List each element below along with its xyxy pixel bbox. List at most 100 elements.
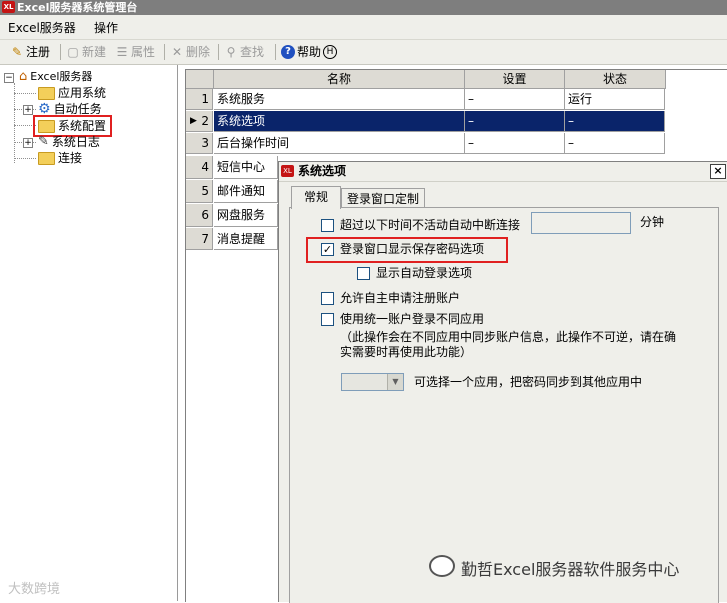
table-row[interactable]: 3 后台操作时间 – –: [186, 133, 666, 154]
delete-button[interactable]: ✕ 删除: [170, 43, 210, 61]
column-header-status[interactable]: 状态: [565, 70, 666, 89]
home-icon: ⌂: [19, 69, 28, 84]
register-icon: ✎: [11, 45, 23, 59]
search-icon: ⚲: [226, 45, 236, 59]
timeout-minutes-input[interactable]: [531, 212, 631, 234]
new-button[interactable]: ▢ 新建: [66, 43, 106, 61]
sync-app-select[interactable]: ▼: [341, 373, 404, 391]
wechat-icon: [429, 555, 455, 577]
tree-root[interactable]: ⌂ Excel服务器: [19, 69, 92, 85]
toolbar-separator: [60, 44, 61, 60]
cell-name[interactable]: 短信中心: [214, 156, 278, 179]
tree-item-system-log[interactable]: ✎ 系统日志: [38, 134, 100, 150]
self-register-label: 允许自主申请注册账户: [340, 291, 461, 305]
cell-status[interactable]: –: [565, 111, 665, 132]
tree-line: [14, 83, 15, 163]
table-row[interactable]: 7 消息提醒: [186, 228, 286, 250]
row-pointer: ▶ 2: [186, 111, 213, 132]
cell-setting[interactable]: –: [465, 111, 565, 132]
column-header-name[interactable]: 名称: [214, 70, 465, 89]
table-row[interactable]: 5 邮件通知: [186, 180, 286, 203]
row-number: 4: [186, 156, 213, 179]
self-register-option[interactable]: 允许自主申请注册账户: [321, 290, 460, 306]
tab-login-window[interactable]: 登录窗口定制: [341, 188, 425, 209]
general-tab-panel: 超过以下时间不活动自动中断连接 分钟 ✓ 登录窗口显示保存密码选项 显示自动登录…: [289, 207, 719, 603]
cell-setting[interactable]: –: [465, 89, 565, 110]
sync-password-label: 可选择一个应用，把密码同步到其他应用中: [414, 375, 643, 389]
tree-line: [14, 93, 36, 94]
title-bar: XL Excel服务器系统管理台: [0, 0, 727, 15]
expand-toggle[interactable]: +: [23, 138, 33, 148]
excel-server-icon: XL: [281, 165, 294, 177]
unified-account-label: 使用统一账户登录不同应用: [340, 312, 485, 326]
show-save-password-checkbox[interactable]: ✓: [321, 242, 334, 256]
unified-account-note-line1: （此操作会在不同应用中同步账户信息，此操作不可逆，请在确: [340, 330, 677, 344]
tab-general[interactable]: 常规: [291, 186, 341, 209]
row-number: 5: [186, 180, 213, 203]
menu-bar: Excel服务器 操作: [0, 15, 727, 40]
cell-status[interactable]: 运行: [565, 89, 665, 110]
folder-icon: [38, 151, 55, 165]
expand-toggle[interactable]: +: [23, 105, 33, 115]
cell-setting[interactable]: –: [465, 133, 565, 154]
excel-server-icon: XL: [2, 1, 15, 13]
watermark-corner-text: 大数跨境: [8, 582, 61, 597]
log-icon: ✎: [38, 134, 49, 149]
row-number: 7: [186, 228, 213, 250]
cell-name[interactable]: 后台操作时间: [214, 133, 465, 154]
show-auto-login-option[interactable]: 显示自动登录选项: [357, 265, 472, 281]
toolbar-separator: [164, 44, 165, 60]
show-save-password-option[interactable]: ✓ 登录窗口显示保存密码选项: [321, 241, 484, 257]
unified-account-checkbox[interactable]: [321, 312, 334, 326]
tree-item-connections[interactable]: 连接: [38, 150, 82, 166]
cell-name[interactable]: 消息提醒: [214, 228, 278, 250]
delete-icon: ✕: [171, 45, 183, 59]
column-header-setting[interactable]: 设置: [465, 70, 565, 89]
help-icon: ?: [281, 45, 295, 59]
folder-icon: [38, 119, 55, 133]
table-row[interactable]: 6 网盘服务: [186, 204, 286, 227]
self-register-checkbox[interactable]: [321, 291, 334, 305]
row-number: 3: [186, 133, 213, 154]
server-tree: − ⌂ Excel服务器 应用系统 + ⚙ 自动任务 系统配置 + ✎ 系统日志…: [0, 65, 178, 601]
table-row[interactable]: 4 短信中心: [186, 156, 286, 179]
table-row[interactable]: 1 系统服务 – 运行: [186, 89, 666, 110]
show-auto-login-checkbox[interactable]: [357, 266, 370, 280]
auto-disconnect-option[interactable]: 超过以下时间不活动自动中断连接: [321, 217, 520, 233]
search-button[interactable]: ⚲ 查找: [224, 43, 264, 61]
row-number: 1: [186, 89, 213, 110]
menu-action[interactable]: 操作: [94, 19, 118, 36]
collapse-toggle[interactable]: −: [4, 73, 14, 83]
tree-line: [14, 125, 36, 126]
minutes-unit-label: 分钟: [640, 215, 665, 229]
properties-icon: ☰: [116, 45, 128, 59]
cell-name[interactable]: 系统服务: [214, 89, 465, 110]
row-number: 2: [201, 114, 209, 128]
register-button[interactable]: ✎ 注册: [10, 43, 50, 61]
show-save-password-label: 登录窗口显示保存密码选项: [340, 242, 485, 256]
cell-name[interactable]: 邮件通知: [214, 180, 278, 203]
tree-item-auto-tasks[interactable]: ⚙ 自动任务: [38, 101, 102, 117]
cell-status[interactable]: –: [565, 133, 665, 154]
help-button[interactable]: ? 帮助 H: [281, 43, 338, 61]
table-row-selected[interactable]: ▶ 2 系统选项 – –: [186, 111, 666, 132]
dialog-title-bar: XL 系统选项 ×: [279, 162, 727, 182]
close-button[interactable]: ×: [710, 164, 726, 179]
toolbar: ✎ 注册 ▢ 新建 ☰ 属性 ✕ 删除 ⚲ 查找 ? 帮助 H: [0, 40, 727, 65]
new-icon: ▢: [67, 45, 79, 59]
tree-item-system-config[interactable]: 系统配置: [32, 115, 113, 137]
menu-excel-server[interactable]: Excel服务器: [8, 19, 76, 36]
cell-name[interactable]: 网盘服务: [214, 204, 278, 227]
system-options-dialog: XL 系统选项 × 常规 登录窗口定制 超过以下时间不活动自动中断连接 分钟 ✓…: [278, 161, 727, 603]
auto-disconnect-checkbox[interactable]: [321, 218, 334, 232]
unified-account-option[interactable]: 使用统一账户登录不同应用: [321, 311, 484, 327]
unified-account-note-line2: 实需要时再使用此功能）: [340, 345, 473, 359]
tree-item-apps[interactable]: 应用系统: [38, 85, 106, 101]
properties-button[interactable]: ☰ 属性: [115, 43, 155, 61]
show-auto-login-label: 显示自动登录选项: [376, 266, 473, 280]
row-pointer-icon: ▶: [190, 116, 197, 126]
window-title: Excel服务器系统管理台: [17, 1, 138, 14]
cell-name[interactable]: 系统选项: [214, 111, 465, 132]
chevron-down-icon[interactable]: ▼: [387, 374, 403, 390]
help-shortcut: H: [323, 45, 338, 59]
